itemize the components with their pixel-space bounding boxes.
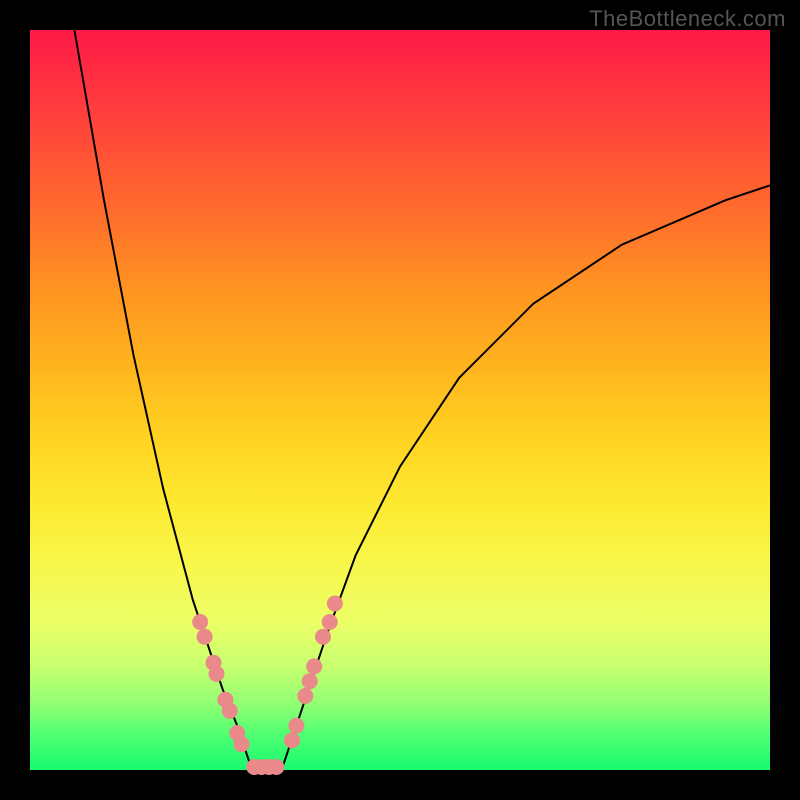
watermark-label: TheBottleneck.com [589,6,786,32]
curve-layer [30,30,770,770]
marker-dot [192,614,208,630]
marker-dot [327,596,343,612]
marker-dot [315,629,331,645]
left-branch-curve [74,30,252,770]
marker-dot [268,759,284,775]
marker-dot [302,673,318,689]
marker-dot [284,732,300,748]
marker-dot [222,703,238,719]
plot-area [30,30,770,770]
marker-dot [234,736,250,752]
marker-dot [288,718,304,734]
right-branch-curve [282,185,770,770]
marker-dot [322,614,338,630]
chart-frame: TheBottleneck.com [0,0,800,800]
marker-dot [306,658,322,674]
marker-dot [197,629,213,645]
marker-dots [192,596,343,776]
marker-dot [209,666,225,682]
marker-dot [297,688,313,704]
